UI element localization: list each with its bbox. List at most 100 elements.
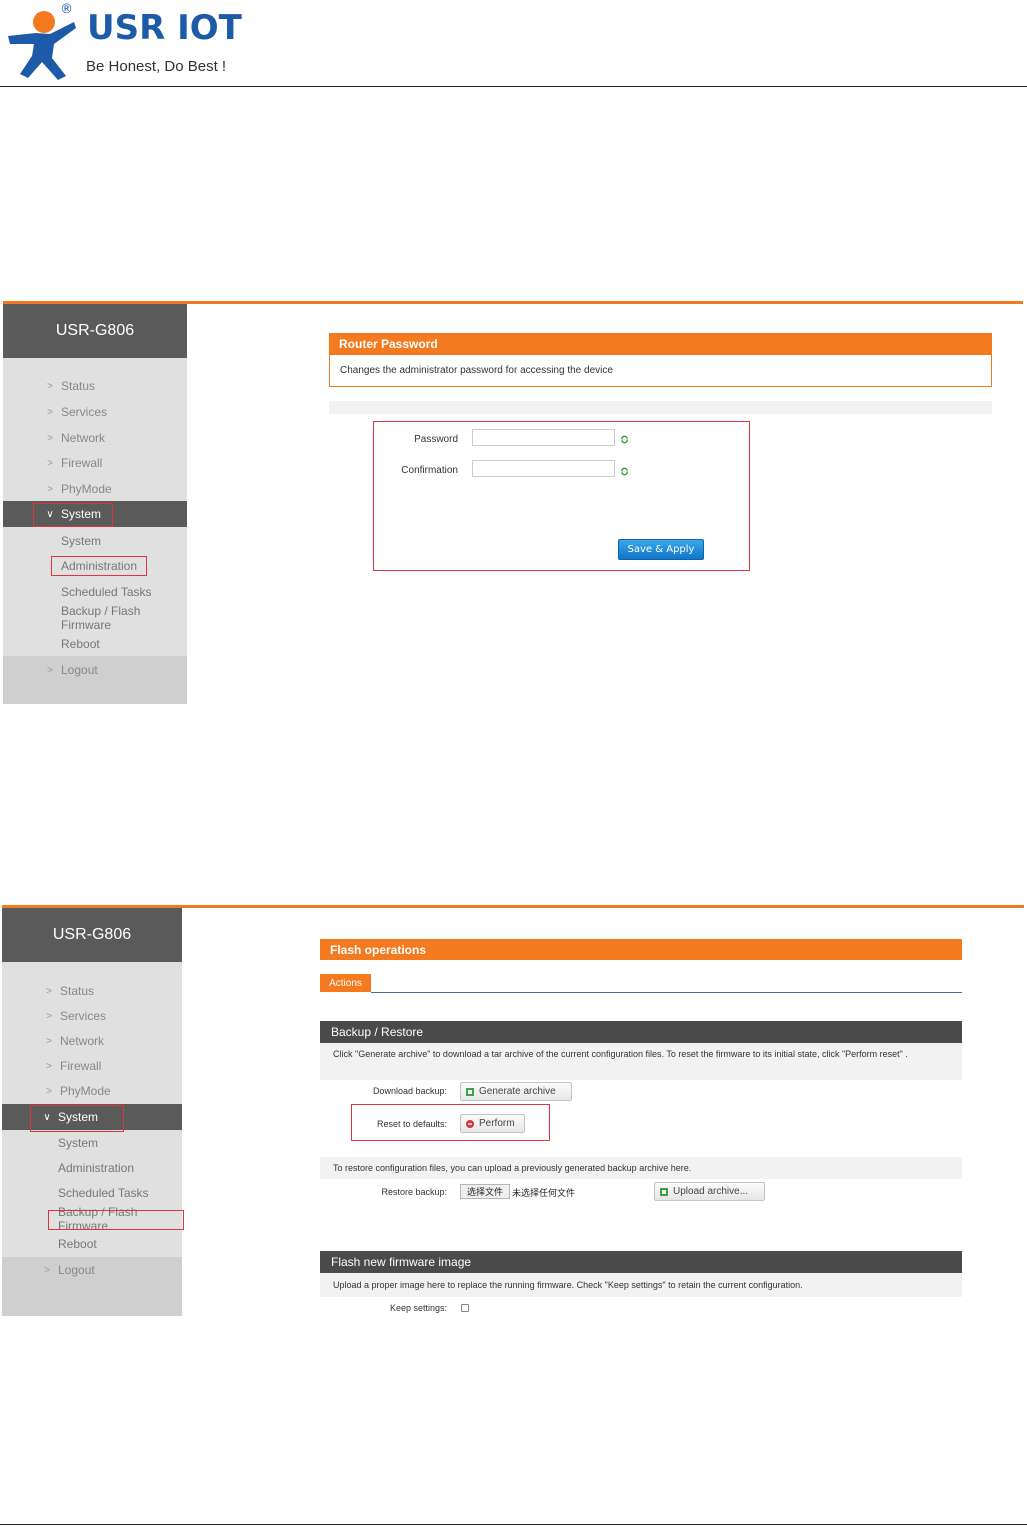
screenshot-router-password: USR-G806 > Status > Services > Network >…: [3, 301, 1023, 704]
submenu-label: System: [58, 1136, 99, 1150]
flash-description: Upload a proper image here to replace th…: [333, 1280, 803, 1290]
upload-icon: [660, 1187, 668, 1196]
submenu-label: Scheduled Tasks: [58, 1186, 149, 1200]
no-file-chosen-text: 未选择任何文件: [512, 1189, 576, 1199]
highlight-box-system: [33, 503, 113, 527]
reveal-password-icon[interactable]: [620, 435, 629, 444]
submenu-label: System: [61, 534, 102, 548]
chevron-right-icon: >: [47, 432, 53, 444]
backup-description: Click "Generate archive" to download a t…: [333, 1049, 908, 1059]
choose-file-button[interactable]: 选择文件: [460, 1184, 510, 1199]
device-title: USR-G806: [2, 908, 182, 962]
submenu-item-scheduled-tasks[interactable]: Scheduled Tasks: [3, 580, 152, 604]
highlight-box-administration: [51, 556, 147, 576]
download-backup-label: Download backup:: [372, 1086, 447, 1096]
submenu-label: Administration: [58, 1161, 135, 1175]
perform-reset-button[interactable]: Perform: [460, 1114, 525, 1133]
submenu-label: Backup / Flash Firmware: [61, 604, 141, 632]
password-label: Password: [414, 434, 458, 445]
registered-mark: ®: [60, 2, 73, 17]
archive-icon: [466, 1087, 474, 1096]
reset-defaults-label: Reset to defaults:: [376, 1119, 447, 1129]
screenshot-flash-operations: USR-G806 > Status > Services > Network >…: [2, 905, 1024, 1316]
save-apply-button[interactable]: Save & Apply: [618, 539, 704, 560]
generate-archive-button[interactable]: Generate archive: [460, 1082, 572, 1101]
sidebar-item-label: Logout: [61, 663, 98, 677]
submenu-label: Reboot: [61, 637, 100, 651]
generate-archive-label: Generate archive: [479, 1086, 556, 1097]
submenu-label: Reboot: [58, 1237, 97, 1251]
restore-backup-label: Restore backup:: [381, 1187, 447, 1197]
upload-archive-label: Upload archive...: [673, 1186, 749, 1197]
sidebar-item-services[interactable]: > Services: [2, 1004, 182, 1028]
sidebar-item-label: Logout: [58, 1263, 95, 1277]
chevron-right-icon: >: [44, 1264, 50, 1276]
sidebar-item-label: Status: [61, 379, 96, 393]
restore-description: To restore configuration files, you can …: [333, 1163, 692, 1173]
chevron-right-icon: >: [47, 664, 53, 676]
sidebar: USR-G806 > Status > Services > Network >…: [2, 908, 184, 1316]
sidebar-item-network[interactable]: > Network: [3, 426, 187, 450]
form-header-strip: [329, 401, 992, 414]
sidebar-item-phymode[interactable]: > PhyMode: [2, 1079, 182, 1103]
sidebar-item-label: Services: [61, 405, 108, 419]
keep-settings-label: Keep settings:: [389, 1303, 447, 1313]
brand-name: USR IOT: [87, 8, 242, 48]
reset-icon: [466, 1119, 474, 1128]
chevron-right-icon: >: [47, 380, 53, 392]
sidebar-item-firewall[interactable]: > Firewall: [3, 451, 187, 475]
sidebar-item-phymode[interactable]: > PhyMode: [3, 477, 187, 501]
submenu-item-system[interactable]: System: [2, 1131, 98, 1155]
highlight-box-system: [30, 1105, 124, 1132]
document-header: ® USR IOT Be Honest, Do Best !: [0, 0, 1027, 88]
tab-actions[interactable]: Actions: [320, 974, 371, 992]
sidebar-item-logout[interactable]: > Logout: [2, 1258, 182, 1282]
submenu-item-system[interactable]: System: [3, 529, 101, 553]
brand-slogan: Be Honest, Do Best !: [86, 58, 227, 75]
submenu-label: Scheduled Tasks: [61, 585, 152, 599]
sidebar-item-label: Firewall: [61, 456, 103, 470]
sidebar-item-status[interactable]: > Status: [2, 979, 182, 1003]
sidebar-item-label: Services: [60, 1009, 107, 1023]
sidebar-item-network[interactable]: > Network: [2, 1029, 182, 1053]
flash-firmware-title: Flash new firmware image: [320, 1251, 962, 1273]
header-divider: [0, 86, 1027, 87]
keep-settings-checkbox[interactable]: [461, 1304, 469, 1312]
upload-archive-button[interactable]: Upload archive...: [654, 1182, 765, 1201]
submenu-item-reboot[interactable]: Reboot: [3, 632, 100, 656]
chevron-right-icon: >: [46, 1010, 52, 1022]
chevron-right-icon: >: [47, 406, 53, 418]
sidebar-item-label: Network: [60, 1034, 105, 1048]
section-description: Changes the administrator password for a…: [329, 355, 992, 387]
submenu-item-reboot[interactable]: Reboot: [2, 1232, 97, 1256]
sidebar-item-label: PhyMode: [61, 482, 112, 496]
sidebar-item-services[interactable]: > Services: [3, 400, 187, 424]
usr-iot-logo-icon: [8, 11, 76, 80]
sidebar: USR-G806 > Status > Services > Network >…: [3, 304, 187, 704]
reveal-confirmation-icon[interactable]: [620, 467, 629, 476]
sidebar-item-label: Network: [61, 431, 106, 445]
perform-label: Perform: [479, 1118, 515, 1129]
submenu-item-administration[interactable]: Administration: [2, 1156, 134, 1180]
sidebar-item-label: Firewall: [60, 1059, 102, 1073]
sidebar-item-firewall[interactable]: > Firewall: [2, 1054, 182, 1078]
chevron-right-icon: >: [46, 1060, 52, 1072]
chevron-right-icon: >: [46, 1035, 52, 1047]
confirmation-label: Confirmation: [401, 465, 458, 476]
backup-restore-title: Backup / Restore: [320, 1021, 962, 1043]
password-input[interactable]: [472, 429, 615, 446]
submenu-item-backup-flash[interactable]: Backup / Flash Firmware: [3, 604, 187, 632]
sidebar-item-logout[interactable]: > Logout: [3, 658, 187, 682]
chevron-right-icon: >: [46, 985, 52, 997]
confirmation-input[interactable]: [472, 460, 615, 477]
submenu-item-scheduled-tasks[interactable]: Scheduled Tasks: [2, 1181, 149, 1205]
highlight-box-backup-flash: [48, 1210, 184, 1230]
device-title: USR-G806: [3, 304, 187, 358]
chevron-right-icon: >: [47, 457, 53, 469]
sidebar-item-status[interactable]: > Status: [3, 374, 187, 398]
chevron-right-icon: >: [46, 1085, 52, 1097]
footer-divider: [0, 1524, 1027, 1525]
sidebar-item-label: PhyMode: [60, 1084, 111, 1098]
section-title-bar: Router Password: [329, 333, 992, 355]
sidebar-item-label: Status: [60, 984, 95, 998]
